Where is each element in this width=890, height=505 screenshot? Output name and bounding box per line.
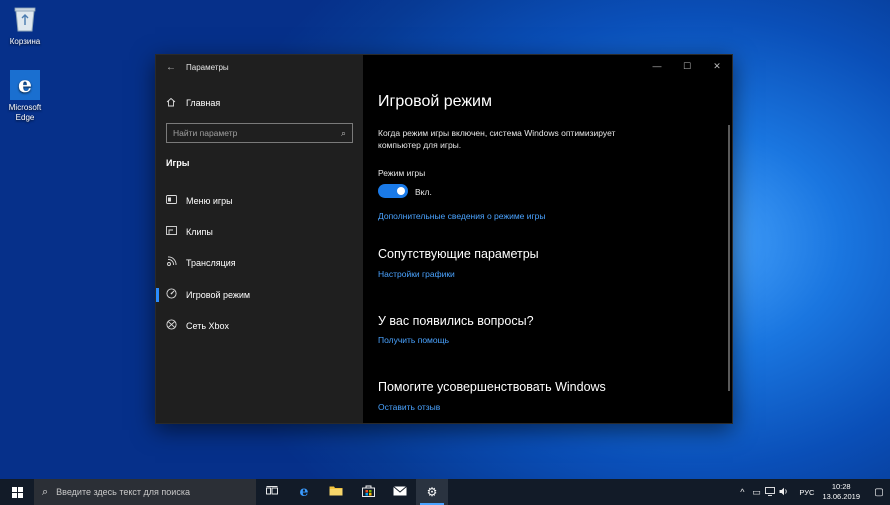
caption-buttons: — ☐ ✕ — [642, 55, 732, 77]
search-icon[interactable]: ⌕ — [341, 128, 346, 139]
minimize-icon: — — [652, 61, 662, 71]
game-mode-description: Когда режим игры включен, система Window… — [378, 128, 616, 150]
settings-window: ← Параметры Главная ⌕ Игры Меню игры Кли… — [155, 54, 733, 424]
mail-icon — [393, 485, 407, 499]
sidebar-item-label: Трансляция — [186, 258, 236, 268]
desktop-icon-recycle-bin[interactable]: Корзина — [0, 4, 50, 47]
graphics-settings-link[interactable]: Настройки графики — [378, 269, 455, 279]
sidebar-item-label: Сеть Xbox — [186, 321, 230, 331]
content-pane: — ☐ ✕ Игровой режим Когда режим игры вкл… — [363, 55, 732, 423]
clock-time: 10:28 — [831, 482, 851, 491]
input-language-indicator[interactable]: РУС — [799, 488, 814, 497]
maximize-button[interactable]: ☐ — [672, 55, 702, 77]
toggle-state-text: Вкл. — [415, 187, 432, 197]
sidebar-item-label: Меню игры — [186, 196, 233, 206]
desktop-icon-label: Microsoft Edge — [8, 103, 42, 122]
section-label: Игры — [166, 158, 190, 168]
start-button[interactable] — [0, 479, 34, 505]
recycle-bin-icon — [10, 4, 40, 34]
task-view-icon — [266, 485, 278, 499]
system-tray: ^ ▭ РУС 10:28 13.06.2019 ▢ — [735, 479, 890, 505]
page-title: Игровой режим — [378, 93, 492, 110]
close-icon: ✕ — [713, 60, 721, 71]
minimize-button[interactable]: — — [642, 55, 672, 77]
chevron-up-icon[interactable]: ^ — [735, 487, 749, 497]
store-bag-icon — [361, 485, 375, 500]
taskbar-mail-button[interactable] — [384, 479, 416, 505]
scrollbar[interactable] — [728, 125, 730, 391]
game-mode-toggle-label: Режим игры — [378, 168, 426, 178]
improve-windows-heading: Помогите усовершенствовать Windows — [378, 380, 606, 394]
taskbar-search-placeholder: Введите здесь текст для поиска — [56, 487, 190, 497]
sidebar: ← Параметры Главная ⌕ Игры Меню игры Кли… — [156, 55, 363, 423]
taskbar-explorer-button[interactable] — [320, 479, 352, 505]
clock-date: 13.06.2019 — [822, 492, 860, 501]
notifications-icon[interactable]: ▢ — [868, 487, 890, 498]
maximize-icon: ☐ — [682, 60, 692, 71]
close-button[interactable]: ✕ — [702, 55, 732, 77]
give-feedback-link[interactable]: Оставить отзыв — [378, 402, 440, 412]
edge-icon: e — [10, 70, 40, 100]
taskbar-edge-button[interactable]: e — [288, 479, 320, 505]
settings-search-box[interactable]: ⌕ — [166, 123, 353, 143]
taskbar: ⌕ Введите здесь текст для поиска e ⚙ ^ ▭ — [0, 479, 890, 505]
sidebar-item-game-mode[interactable]: Игровой режим — [156, 284, 363, 306]
game-mode-icon — [166, 288, 186, 302]
xbox-icon — [166, 319, 186, 333]
questions-heading: У вас появились вопросы? — [378, 314, 534, 328]
windows-logo-icon — [11, 486, 23, 498]
title-bar[interactable]: ← Параметры — [156, 55, 363, 79]
toggle-knob — [397, 187, 405, 195]
task-view-button[interactable] — [256, 479, 288, 505]
window-title: Параметры — [186, 62, 229, 72]
gear-icon: ⚙ — [426, 485, 438, 499]
game-mode-toggle[interactable] — [378, 184, 408, 198]
sidebar-item-label: Клипы — [186, 227, 213, 237]
sidebar-item-label: Главная — [186, 98, 221, 108]
taskbar-settings-button[interactable]: ⚙ — [416, 479, 448, 505]
sidebar-item-game-bar[interactable]: Меню игры — [156, 190, 363, 212]
desktop-icon-label: Корзина — [9, 37, 41, 46]
network-icon[interactable] — [763, 486, 777, 498]
sidebar-item-home[interactable]: Главная — [156, 93, 363, 113]
home-icon — [166, 97, 186, 110]
action-center-display-icon[interactable]: ▭ — [749, 487, 763, 498]
search-icon: ⌕ — [42, 485, 49, 498]
clock[interactable]: 10:28 13.06.2019 — [822, 482, 860, 502]
sidebar-item-xbox-network[interactable]: Сеть Xbox — [156, 315, 363, 337]
desktop-icon-edge[interactable]: e Microsoft Edge — [0, 70, 50, 123]
related-settings-heading: Сопутствующие параметры — [378, 247, 539, 261]
more-info-link[interactable]: Дополнительные сведения о режиме игры — [378, 211, 545, 221]
back-arrow-icon[interactable]: ← — [156, 62, 186, 73]
folder-icon — [329, 485, 343, 499]
edge-icon: e — [299, 484, 309, 500]
volume-icon[interactable] — [777, 487, 791, 498]
taskbar-store-button[interactable] — [352, 479, 384, 505]
sidebar-item-label: Игровой режим — [186, 290, 251, 300]
xbox-gamebar-icon — [166, 195, 186, 207]
sidebar-item-broadcast[interactable]: Трансляция — [156, 252, 363, 274]
settings-search-input[interactable] — [173, 128, 341, 138]
clips-icon — [166, 226, 186, 238]
get-help-link[interactable]: Получить помощь — [378, 335, 449, 345]
broadcast-icon — [166, 256, 186, 270]
taskbar-search-box[interactable]: ⌕ Введите здесь текст для поиска — [34, 479, 256, 505]
sidebar-item-clips[interactable]: Клипы — [156, 221, 363, 243]
